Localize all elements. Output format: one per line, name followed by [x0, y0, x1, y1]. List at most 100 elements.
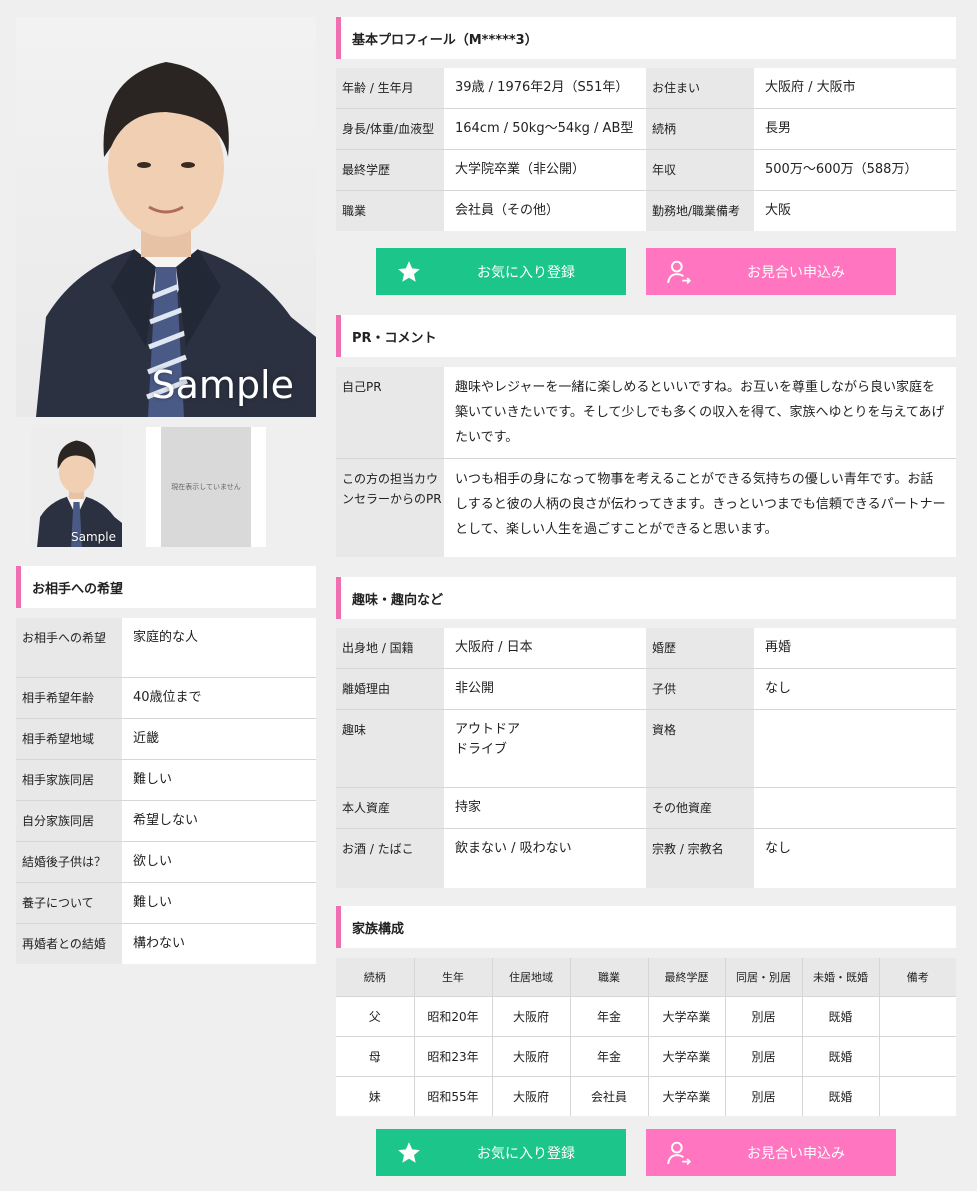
basic-profile-table: 年齢 / 生年月 39歳 / 1976年2月（S51年） お住まい 大阪府 / 大阪…: [336, 68, 956, 231]
apply-button-label: お見合い申込み: [747, 1145, 845, 1162]
pref-value: 家庭的な人: [133, 630, 199, 645]
pref-label: 相手希望年齢: [16, 676, 122, 718]
table-cell: 大阪府: [492, 1035, 571, 1076]
pref-label: 結婚後子供は？: [16, 840, 122, 882]
table-cell: 既婚: [802, 1075, 880, 1116]
column-header: 未婚・既婚: [802, 958, 880, 996]
pref-value: 希望しない: [122, 799, 316, 841]
hobby-label: お酒 / たばこ: [336, 828, 444, 888]
preferences-table: お相手への希望 家庭的な人 相手希望年齢 40歳位まで 相手希望地域 近畿 相手家族同…: [16, 618, 316, 964]
hobby-label: 趣味: [336, 709, 444, 788]
profile-label: 最終学歴: [336, 149, 444, 191]
profile-label: 勤務地/職業備考: [646, 190, 754, 231]
table-cell: 昭和20年: [414, 995, 493, 1036]
hobby-table: 出身地 / 国籍 大阪府 / 日本 婚歴 再婚 離婚理由 非公開 子供 なし 趣味 アウト…: [336, 628, 956, 888]
profile-value: 会社員（その他）: [444, 190, 646, 231]
favorite-button-label: お気に入り登録: [477, 264, 575, 281]
table-row: 結婚後子供は？ 欲しい: [16, 840, 316, 882]
hobby-value: [754, 709, 956, 788]
profile-value: 大阪府 / 大阪市: [765, 80, 856, 95]
profile-value: 39歳 / 1976年2月（S51年）: [455, 80, 629, 95]
hobby-value: なし: [754, 828, 956, 888]
thumbnail-photo-2[interactable]: 現在表示していません: [146, 427, 266, 547]
hobby-label: 婚歴: [646, 628, 754, 669]
hobby-label: 資格: [646, 709, 754, 788]
self-pr-text: 趣味やレジャーを一緒に楽しめるといいですね。お互いを尊重しながら良い家庭を築いて…: [455, 380, 945, 445]
apply-meeting-button-bottom[interactable]: お見合い申込み: [646, 1129, 896, 1176]
thumbnail-photo-1[interactable]: Sample: [31, 427, 122, 547]
profile-label: お住まい: [646, 68, 754, 109]
table-cell: 既婚: [802, 1035, 880, 1076]
table-cell: 昭和55年: [414, 1075, 493, 1116]
thumbnail-placeholder: 現在表示していません: [161, 427, 251, 547]
table-row: 父昭和20年 大阪府 年金 大学卒業 別居 既婚: [336, 995, 956, 1036]
table-cell: [879, 1035, 956, 1076]
table-row: 離婚理由 非公開 子供 なし: [336, 668, 956, 710]
thumbnail-watermark: Sample: [71, 530, 116, 544]
apply-meeting-button[interactable]: お見合い申込み: [646, 248, 896, 295]
hobby-label: 宗教 / 宗教名: [646, 828, 754, 888]
column-header: 職業: [570, 958, 649, 996]
table-row: 身長/体重/血液型 164cm / 50kg～54kg / AB型 続柄 長男: [336, 108, 956, 150]
profile-value: 164cm / 50kg～54kg / AB型: [444, 108, 646, 150]
pref-label: お相手への希望: [16, 618, 122, 677]
table-row: 本人資産 持家 その他資産: [336, 787, 956, 829]
table-cell: 大阪府: [492, 995, 571, 1036]
table-cell: 大学卒業: [648, 995, 726, 1036]
profile-photo[interactable]: Sample: [16, 17, 316, 417]
table-row: 相手家族同居 難しい: [16, 758, 316, 800]
hobby-value: 飲まない / 吸わない: [444, 828, 646, 888]
preferences-heading: お相手への希望: [16, 566, 316, 608]
table-cell: 別居: [725, 1075, 803, 1116]
table-row: お相手への希望 家庭的な人: [16, 618, 316, 677]
hobby-value: [754, 787, 956, 829]
profile-label: 年齢 / 生年月: [336, 68, 444, 109]
photo-watermark: Sample: [151, 363, 294, 407]
table-cell: 父: [336, 995, 415, 1036]
pref-label: 自分家族同居: [16, 799, 122, 841]
favorite-button-bottom[interactable]: お気に入り登録: [376, 1129, 626, 1176]
pref-value: 40歳位まで: [122, 676, 316, 718]
hobby-value: アウトドア ドライブ: [444, 709, 646, 788]
table-cell: 大阪府: [492, 1075, 571, 1116]
pref-value: 難しい: [122, 758, 316, 800]
table-row: 相手希望年齢 40歳位まで: [16, 676, 316, 718]
table-row: お酒 / たばこ 飲まない / 吸わない 宗教 / 宗教名 なし: [336, 828, 956, 888]
column-header: 最終学歴: [648, 958, 726, 996]
hobby-value: 持家: [444, 787, 646, 829]
apply-button-label: お見合い申込み: [747, 264, 845, 281]
pref-value: 構わない: [122, 922, 316, 964]
table-cell: 大学卒業: [648, 1035, 726, 1076]
pref-label: 相手希望地域: [16, 717, 122, 759]
family-table: 続柄 生年 住居地域 職業 最終学歴 同居・別居 未婚・既婚 備考 父昭和20年…: [336, 958, 956, 1116]
person-photo-illustration: [36, 62, 316, 417]
hobby-label: 出身地 / 国籍: [336, 628, 444, 669]
family-heading: 家族構成: [336, 906, 956, 948]
profile-value: 500万～600万（588万）: [754, 149, 956, 191]
table-row: この方の担当カウンセラーからのPR いつも相手の身になって物事を考えることができ…: [336, 457, 956, 557]
favorite-button[interactable]: お気に入り登録: [376, 248, 626, 295]
counselor-pr-text: いつも相手の身になって物事を考えることができる気持ちの優しい青年です。お話しする…: [455, 471, 946, 537]
pref-label: 養子について: [16, 881, 122, 923]
profile-value: 大阪: [754, 190, 956, 231]
table-cell: 年金: [570, 1035, 649, 1076]
self-pr-label: 自己PR: [336, 367, 444, 458]
favorite-button-label: お気に入り登録: [477, 1145, 575, 1162]
table-cell: 別居: [725, 995, 803, 1036]
table-row: 趣味 アウトドア ドライブ 資格: [336, 709, 956, 788]
basic-profile-heading: 基本プロフィール（M*****3）: [336, 17, 956, 59]
pr-table: 自己PR 趣味やレジャーを一緒に楽しめるといいですね。お互いを尊重しながら良い家…: [336, 367, 956, 557]
table-header-row: 続柄 生年 住居地域 職業 最終学歴 同居・別居 未婚・既婚 備考: [336, 958, 956, 996]
table-row: 再婚者との結婚 構わない: [16, 922, 316, 964]
hobby-heading: 趣味・趣向など: [336, 577, 956, 619]
hobby-label: その他資産: [646, 787, 754, 829]
table-row: 出身地 / 国籍 大阪府 / 日本 婚歴 再婚: [336, 628, 956, 669]
hobby-label: 離婚理由: [336, 668, 444, 710]
profile-label: 職業: [336, 190, 444, 231]
table-row: 妹昭和55年 大阪府 会社員 大学卒業 別居 既婚: [336, 1075, 956, 1116]
pref-label: 相手家族同居: [16, 758, 122, 800]
pr-heading: PR・コメント: [336, 315, 956, 357]
table-row: 母昭和23年 大阪府 年金 大学卒業 別居 既婚: [336, 1035, 956, 1076]
table-cell: 年金: [570, 995, 649, 1036]
pref-label: 再婚者との結婚: [16, 922, 122, 964]
